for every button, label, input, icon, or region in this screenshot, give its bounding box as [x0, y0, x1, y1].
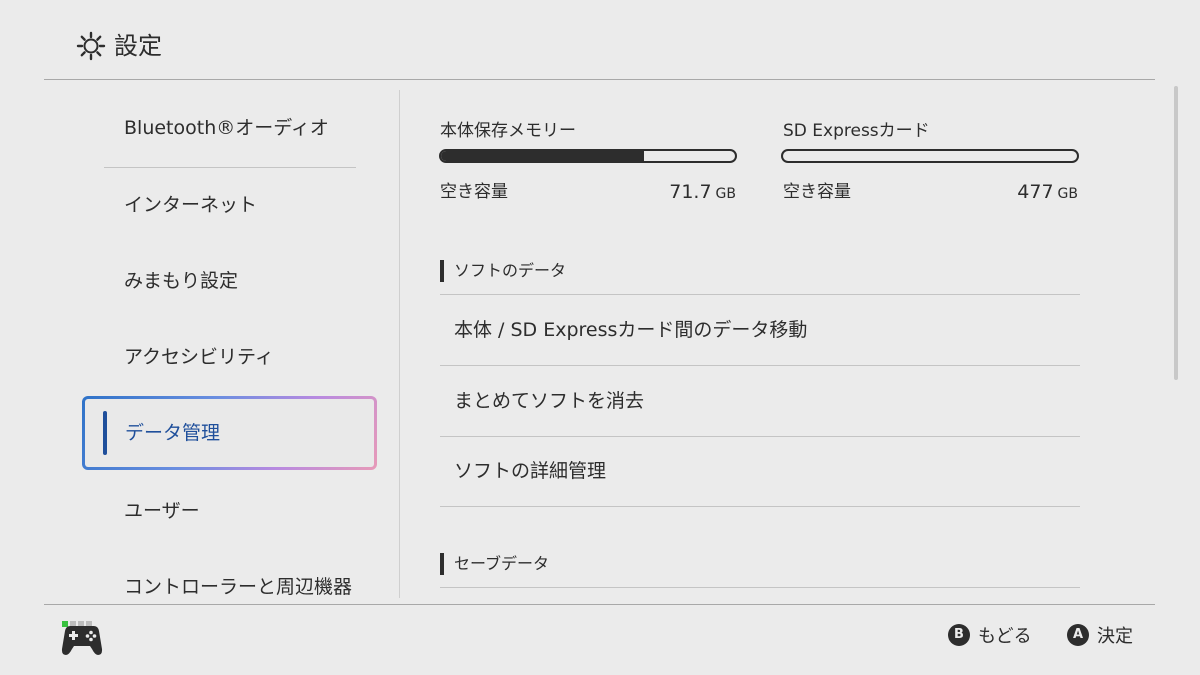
sd-free-label: 空き容量 — [783, 182, 851, 202]
sidebar-item-accessibility[interactable]: アクセシビリティ — [104, 319, 356, 395]
back-hint[interactable]: B もどる — [948, 624, 1032, 650]
sidebar: Bluetooth®オーディオ インターネット みまもり設定 アクセシビリティ … — [0, 80, 400, 604]
sd-card-bar — [781, 149, 1079, 163]
content-pane: 本体保存メモリー 空き容量 71.7 GB SD Expressカード 空き容量 … — [400, 80, 1170, 604]
internal-storage-bar — [439, 149, 737, 163]
bulk-delete-row[interactable]: まとめてソフトを消去 — [440, 366, 1080, 436]
controller-icon — [61, 626, 103, 655]
move-data-row[interactable]: 本体 / SD Expressカード間のデータ移動 — [440, 295, 1080, 365]
sd-free-number: 477 — [1017, 181, 1054, 203]
back-label: もどる — [978, 626, 1032, 647]
row-divider — [440, 587, 1080, 588]
internal-free-label: 空き容量 — [440, 182, 508, 202]
sd-free-value: 477 GB — [918, 180, 1078, 206]
footer-divider — [44, 604, 1155, 605]
sidebar-item-controllers[interactable]: コントローラーと周辺機器 — [104, 549, 356, 604]
sidebar-item-internet[interactable]: インターネット — [104, 167, 356, 243]
a-button-icon: A — [1067, 624, 1089, 646]
section-software-data: ソフトのデータ — [440, 260, 566, 282]
ok-label: 決定 — [1097, 626, 1133, 647]
sidebar-item-bluetooth-audio[interactable]: Bluetooth®オーディオ — [104, 90, 356, 166]
internal-free-unit: GB — [715, 186, 736, 202]
header: 設定 — [0, 0, 1200, 80]
scrollbar[interactable] — [1174, 86, 1178, 380]
internal-storage-label: 本体保存メモリー — [440, 121, 576, 141]
sidebar-item-label: データ管理 — [125, 422, 221, 444]
row-divider — [440, 506, 1080, 507]
internal-free-number: 71.7 — [669, 181, 712, 203]
sidebar-item-data-management[interactable]: データ管理 — [82, 396, 377, 470]
sd-card-label: SD Expressカード — [783, 121, 930, 141]
sidebar-item-parental-controls[interactable]: みまもり設定 — [104, 243, 356, 319]
internal-storage-fill — [441, 151, 644, 161]
sd-free-unit: GB — [1057, 186, 1078, 202]
gear-icon — [76, 31, 106, 61]
section-save-data: セーブデータ — [440, 553, 549, 575]
selection-indicator — [103, 411, 107, 455]
software-details-row[interactable]: ソフトの詳細管理 — [440, 436, 1080, 506]
ok-hint[interactable]: A 決定 — [1067, 624, 1133, 650]
page-title: 設定 — [114, 32, 162, 60]
b-button-icon: B — [948, 624, 970, 646]
internal-free-value: 71.7 GB — [576, 180, 736, 206]
sidebar-item-users[interactable]: ユーザー — [104, 473, 356, 549]
